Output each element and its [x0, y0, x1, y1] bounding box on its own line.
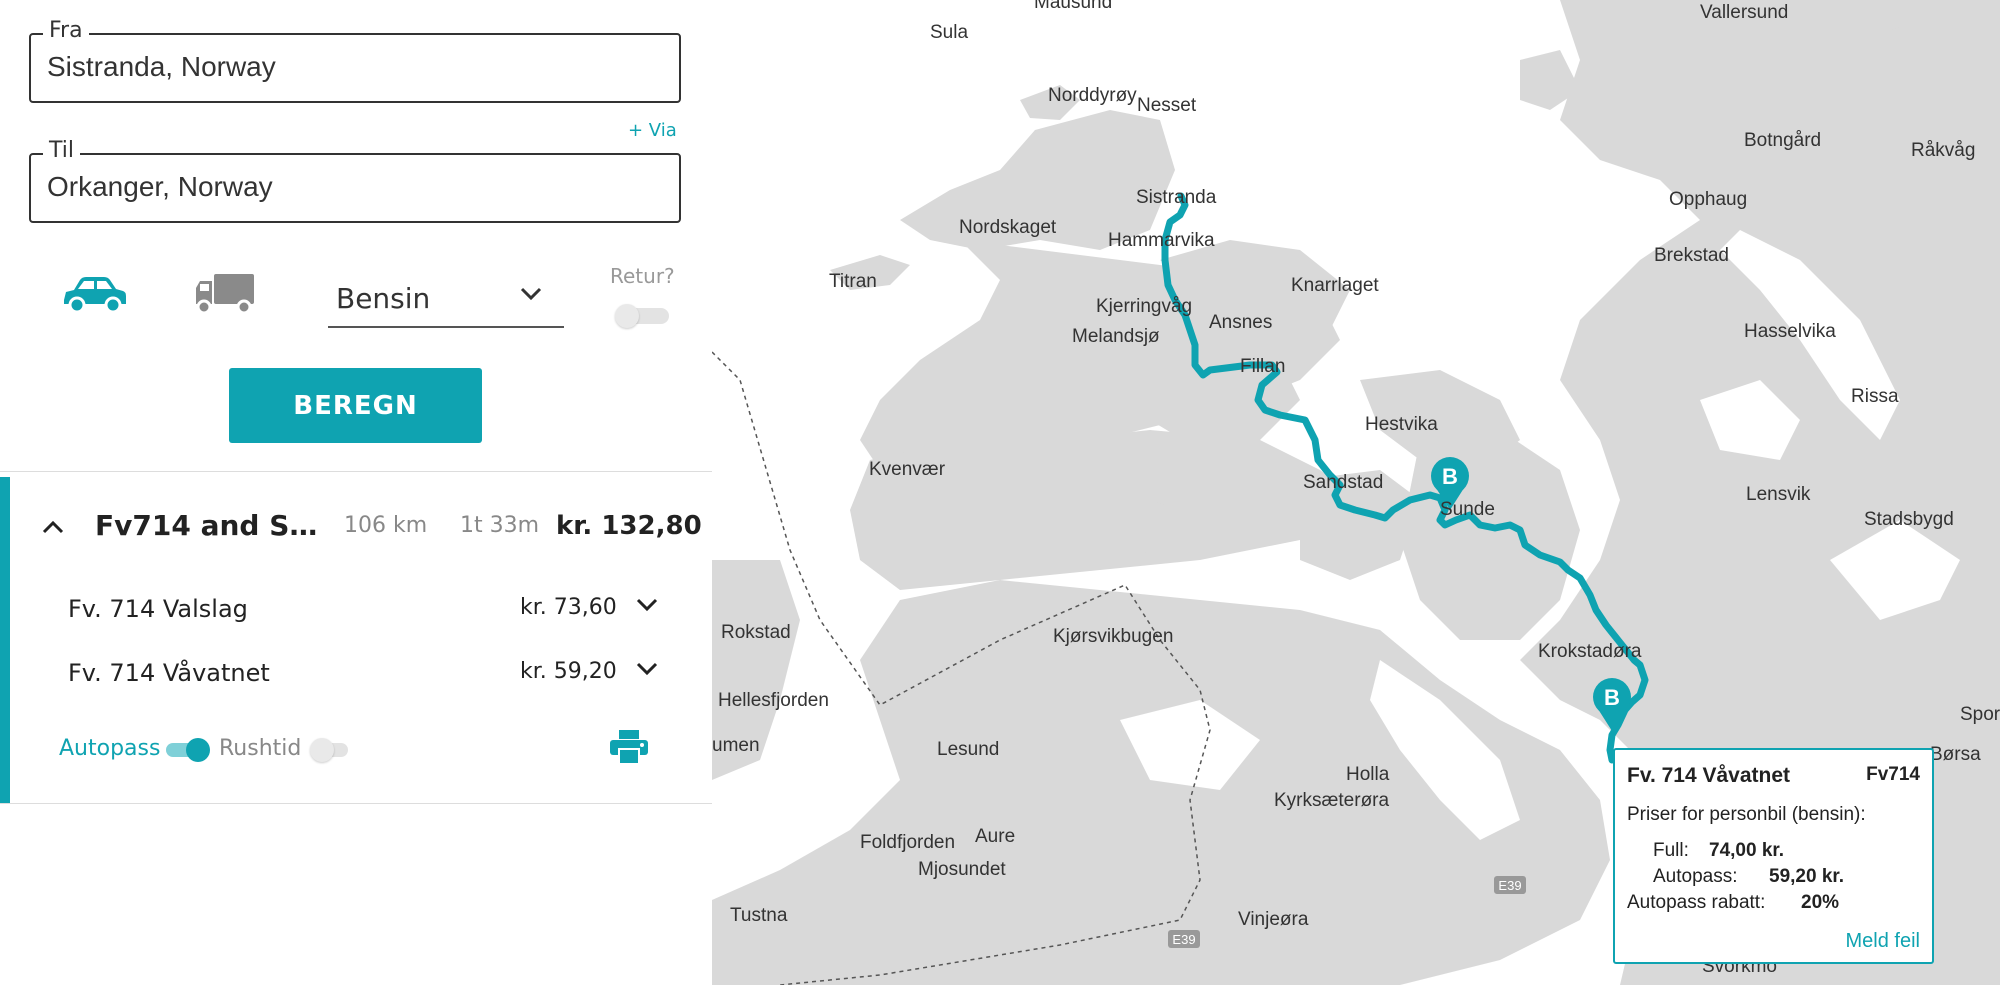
popup-road: Fv714	[1866, 764, 1920, 785]
place-label: Fillan	[1240, 356, 1285, 377]
place-label: Opphaug	[1669, 189, 1747, 210]
place-label: Hammarvika	[1108, 230, 1215, 251]
popup-discount-value: 20%	[1801, 892, 1840, 913]
autopass-toggle-knob	[186, 738, 210, 762]
popup-full-value: 74,00 kr.	[1709, 840, 1785, 861]
place-label: Kjerringvåg	[1096, 296, 1192, 317]
route-result[interactable]: Fv714 and Snillfj... 106 km 1t 33m kr. 1…	[0, 477, 712, 804]
chevron-up-icon[interactable]	[42, 519, 64, 538]
from-field[interactable]: Fra Sistranda, Norway	[29, 18, 681, 103]
place-label: Sandstad	[1303, 472, 1383, 493]
popup-autopass-value: 59,20 kr.	[1769, 866, 1845, 887]
report-error-link[interactable]: Meld feil	[1846, 930, 1920, 953]
place-label: Mausund	[1034, 0, 1112, 13]
svg-text:E39: E39	[1498, 878, 1521, 893]
return-label: Retur?	[610, 264, 675, 288]
toll-name: Fv. 714 Valslag	[68, 595, 248, 623]
chevron-down-icon	[520, 286, 542, 305]
place-label: Hestvika	[1365, 414, 1438, 435]
place-label: Vinjeøra	[1238, 909, 1309, 930]
route-panel: Fra Sistranda, Norway + Via Til Orkanger…	[0, 0, 712, 985]
popup-autopass-label: Autopass:	[1653, 866, 1738, 887]
place-label: Brekstad	[1654, 245, 1729, 266]
rush-toggle-knob	[310, 738, 334, 762]
place-label: Nesset	[1137, 95, 1197, 116]
chevron-down-icon[interactable]	[636, 661, 658, 680]
return-toggle[interactable]	[615, 304, 669, 328]
place-label: Hellesfjorden	[718, 690, 829, 711]
to-input[interactable]: Orkanger, Norway	[47, 171, 273, 203]
to-label: Til	[43, 138, 80, 163]
toll-price: kr. 73,60	[520, 595, 617, 620]
place-label: Kvenvær	[869, 459, 946, 480]
place-label: Vallersund	[1700, 2, 1788, 23]
place-label: Nordskaget	[959, 217, 1057, 238]
route-duration: 1t 33m	[460, 513, 540, 538]
marker-letter: B	[1442, 464, 1458, 489]
autopass-toggle[interactable]	[166, 738, 210, 762]
route-title: Fv714 and Snillfj...	[95, 509, 320, 542]
popup-subtitle: Priser for personbil (bensin):	[1627, 804, 1866, 825]
rush-toggle[interactable]	[310, 738, 348, 762]
svg-text:E39: E39	[1172, 932, 1195, 947]
place-label: Lesund	[937, 739, 999, 760]
fuel-select[interactable]: Bensin	[328, 268, 564, 328]
place-label: Knarrlaget	[1291, 275, 1379, 296]
print-icon[interactable]	[610, 730, 648, 768]
place-label: Spor	[1960, 704, 2000, 725]
place-label: Mjosundet	[918, 859, 1006, 880]
from-label: Fra	[43, 18, 89, 43]
place-label: Kyrksæterøra	[1274, 790, 1390, 811]
chevron-down-icon[interactable]	[636, 597, 658, 616]
place-label: Lensvik	[1746, 484, 1811, 505]
toll-name: Fv. 714 Våvatnet	[68, 659, 270, 687]
calculate-button[interactable]: BEREGN	[229, 368, 482, 443]
route-selected-accent	[0, 477, 10, 803]
place-label: Rokstad	[721, 622, 791, 643]
to-field[interactable]: Til Orkanger, Norway	[29, 138, 681, 223]
route-total-price: kr. 132,80	[556, 511, 702, 541]
divider	[0, 471, 712, 472]
add-via-link[interactable]: + Via	[628, 120, 677, 141]
place-label: Sistranda	[1136, 187, 1217, 208]
place-label: Holla	[1346, 764, 1390, 785]
place-label: Stadsbygd	[1864, 509, 1954, 530]
place-label: Melandsjø	[1072, 326, 1160, 347]
popup-title: Fv. 714 Våvatnet	[1627, 764, 1791, 787]
rush-label: Rushtid	[219, 736, 302, 761]
place-label: Kjørsvikbugen	[1053, 626, 1173, 647]
marker-letter: B	[1604, 685, 1620, 710]
place-label: Sunde	[1440, 499, 1495, 520]
toll-info-popup: Fv. 714 Våvatnet Fv714 Priser for person…	[1613, 748, 1934, 964]
road-shield-e39: E39	[1168, 930, 1200, 948]
toll-price: kr. 59,20	[520, 659, 617, 684]
place-label: Krokstadøra	[1538, 641, 1642, 662]
place-label: Norddyrøy	[1048, 85, 1137, 106]
road-shield-e39: E39	[1494, 876, 1526, 894]
place-label: Hasselvika	[1744, 321, 1836, 342]
route-distance: 106 km	[344, 513, 428, 538]
place-label: Ansnes	[1209, 312, 1272, 333]
return-toggle-knob	[615, 304, 639, 328]
place-label: Titran	[829, 271, 877, 292]
place-label: Aure	[975, 826, 1015, 847]
place-label: Botngård	[1744, 130, 1821, 151]
truck-icon[interactable]	[194, 272, 256, 320]
place-label: Foldfjorden	[860, 832, 955, 853]
popup-discount-label: Autopass rabatt:	[1627, 892, 1766, 913]
fuel-select-value: Bensin	[336, 282, 431, 315]
place-label: umen	[712, 735, 760, 756]
popup-full-label: Full:	[1653, 840, 1689, 861]
autopass-label: Autopass	[59, 736, 161, 761]
place-label: Rissa	[1851, 386, 1899, 407]
toll-row[interactable]: Fv. 714 Våvatnet kr. 59,20	[68, 653, 668, 693]
place-label: Børsa	[1930, 744, 1981, 765]
toll-row[interactable]: Fv. 714 Valslag kr. 73,60	[68, 589, 668, 629]
from-input[interactable]: Sistranda, Norway	[47, 51, 276, 83]
place-label: Tustna	[730, 905, 788, 926]
place-label: Råkvåg	[1911, 140, 1975, 161]
car-icon[interactable]	[60, 274, 128, 318]
place-label: Sula	[930, 22, 968, 43]
